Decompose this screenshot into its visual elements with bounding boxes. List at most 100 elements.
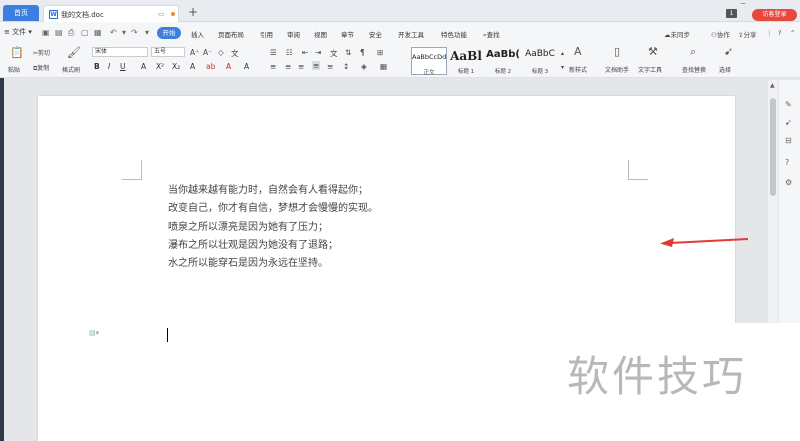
align-center-icon[interactable]: ≡ [285,62,291,71]
align-right-icon[interactable]: ≡ [298,62,304,71]
grow-font-icon[interactable]: A⁺ [190,48,199,57]
border-icon[interactable]: ▦ [380,62,387,71]
char-border-icon[interactable]: A [244,62,249,71]
text-tools-button[interactable]: 文字工具 [638,65,662,74]
redo-icon[interactable]: ↷ [131,28,138,37]
style-normal[interactable]: AaBbCcDd 正文 [411,47,447,76]
style-heading-2[interactable]: AaBb( 标题 2 [485,47,521,75]
align-left-icon[interactable]: ≡ [270,62,276,71]
document-body-text[interactable]: 当你越来越有能力时，自然会有人看得起你； 改变自己，你才有自信，梦想才会慢慢的实… [168,182,378,273]
phonetic-icon[interactable]: 文 [231,48,239,59]
collapse-ribbon-icon[interactable]: ⌃ [790,29,795,37]
select-button[interactable]: 选择 [719,65,731,74]
superscript-icon[interactable]: X² [156,62,164,71]
tab-security[interactable]: 安全 [369,29,382,39]
paste-icon[interactable]: 📋 [10,46,24,59]
share-button[interactable]: ⇪分享 [738,29,756,39]
undo-icon[interactable]: ↶ [110,28,117,37]
doc-helper-button[interactable]: 文档助手 [605,65,629,74]
bold-icon[interactable]: B [94,62,100,71]
tab-insert[interactable]: 插入 [191,29,204,39]
style-heading-1[interactable]: AaBl 标题 1 [448,47,484,75]
cut-label: 剪切 [38,50,51,57]
justify-icon[interactable]: ≡ [312,61,321,70]
underline-icon[interactable]: U [120,62,126,71]
doc-helper-icon[interactable]: ▯ [614,45,620,58]
shrink-font-icon[interactable]: A⁻ [203,48,212,57]
quick-access-more-icon[interactable]: ▾ [145,28,149,37]
copy-button[interactable]: ⧉复制 [33,63,49,73]
share-settings-icon[interactable]: ⚙ [785,178,792,187]
edit-pen-icon[interactable]: ✎ [785,100,792,109]
save-icon[interactable]: ▣ [42,28,50,37]
text-effect-icon[interactable]: A [190,62,195,71]
highlight-icon[interactable]: ab [206,62,215,71]
bullets-icon[interactable]: ☰ [270,48,277,57]
format-painter-icon[interactable]: 🖌 [67,46,81,59]
cursor-icon[interactable]: ➹ [785,118,792,127]
tab-view[interactable]: 视图 [314,29,327,39]
sort-icon[interactable]: ⇅ [345,48,351,57]
paste-button[interactable]: 粘贴 [8,65,20,74]
tab-review[interactable]: 审阅 [287,29,300,39]
print-preview-icon[interactable]: ▢ [81,28,89,37]
styles-expand-icon[interactable]: ▾ [561,64,564,71]
italic-icon[interactable]: I [108,62,110,71]
font-name-select[interactable]: 宋体 [92,47,148,57]
format-painter-button[interactable]: 格式刷 [62,65,80,74]
tab-references[interactable]: 引用 [260,29,273,39]
collaborate-button[interactable]: ⚇协作 [711,29,730,39]
paragraph-layout-icon[interactable]: ▤▾ [89,329,99,337]
strikethrough-icon[interactable]: A [141,62,146,71]
select-cursor-icon[interactable]: ➹ [724,45,733,58]
font-size-select[interactable]: 五号 [151,47,185,57]
export-pdf-icon[interactable]: ▦ [94,28,102,37]
find-replace-icon[interactable]: ⌕ [690,45,696,59]
numbering-icon[interactable]: ☷ [286,48,293,57]
menu-bar: ≡ 文件 ▾ ▣ ▤ ⎙ ▢ ▦ ↶ ▾ ↷ ▾ 开始 插入 页面布局 引用 审… [0,22,800,44]
print-icon[interactable]: ⎙ [68,28,74,38]
find-replace-button[interactable]: 查找替换 [682,65,706,74]
undo-dropdown-icon[interactable]: ▾ [122,28,126,37]
sync-status[interactable]: ☁未同步 [664,29,690,39]
help-circle-icon[interactable]: ? [785,158,789,167]
window-count-badge[interactable]: 1 [726,9,737,18]
monitor-icon[interactable]: ▭ [158,10,165,18]
shading-icon[interactable]: ◈ [361,62,367,71]
font-color-icon[interactable]: A [226,62,231,71]
folder-icon[interactable]: ▤ [55,28,63,37]
tab-start[interactable]: 开始 [157,27,181,39]
increase-indent-icon[interactable]: ⇥ [315,48,321,57]
show-marks-icon[interactable]: ¶ [360,48,365,57]
minimize-icon[interactable]: ─ [741,0,745,8]
styles-scroll-icon[interactable]: ▴ [561,50,564,57]
scroll-up-icon[interactable]: ▲ [770,82,775,89]
style-heading-3[interactable]: AaBbC 标题 3 [522,47,558,75]
file-menu[interactable]: ≡ 文件 ▾ [4,27,32,37]
tab-home[interactable]: 首页 [3,5,39,21]
tab-developer[interactable]: 开发工具 [398,29,424,39]
subscript-icon[interactable]: X₂ [172,62,180,71]
line-spacing-icon[interactable]: ↕ [343,62,349,71]
tab-special-features[interactable]: 特色功能 [441,29,467,39]
decrease-indent-icon[interactable]: ⇤ [302,48,308,57]
sliders-icon[interactable]: ⊟ [785,136,792,145]
tab-document[interactable]: W 我的文档.doc ▭ [43,5,179,22]
scrollbar-thumb[interactable] [770,98,776,196]
tab-page-layout[interactable]: 页面布局 [218,29,244,39]
visitor-login-button[interactable]: 访客登录 [752,9,797,21]
title-tab-bar: 首页 W 我的文档.doc ▭ + 1 ─ 访客登录 [0,0,800,22]
more-menu-icon[interactable]: ⋮ [766,29,773,37]
search-command[interactable]: ⌕查找 [483,29,500,40]
help-icon[interactable]: ? [778,29,781,37]
table-border-icon[interactable]: ⊞ [377,48,383,57]
new-tab-button[interactable]: + [188,6,198,18]
cut-button[interactable]: ✂剪切 [33,48,50,57]
clear-format-icon[interactable]: ◇ [218,48,224,57]
chinese-layout-icon[interactable]: 文 [330,48,338,59]
text-tools-icon[interactable]: ⚒ [648,45,658,58]
distributed-icon[interactable]: ≡ [327,62,333,71]
new-style-icon[interactable]: A [574,45,582,58]
new-style-button[interactable]: 新样式 [569,65,587,74]
tab-chapter[interactable]: 章节 [341,29,354,39]
